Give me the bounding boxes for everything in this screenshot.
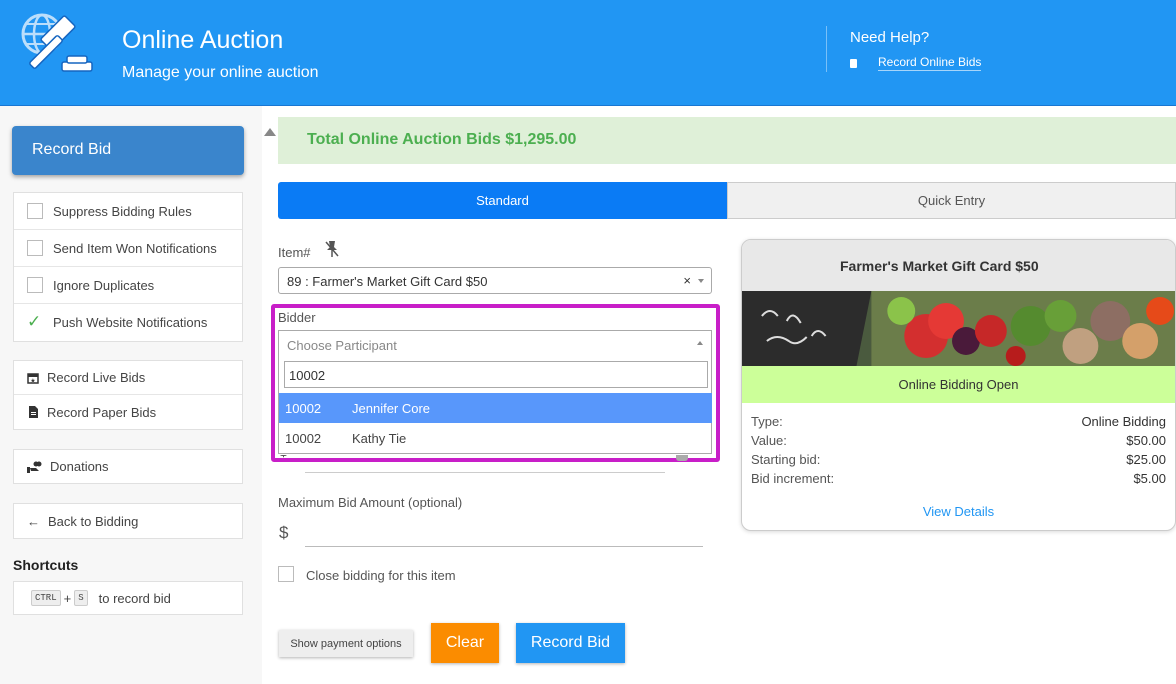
donations-link[interactable]: Donations (14, 450, 242, 483)
detail-row: Value: $50.00 (751, 433, 1166, 448)
bidder-select[interactable]: Choose Participant (278, 330, 712, 357)
item-card: Farmer's Market Gift Card $50 Online Bid… (741, 239, 1176, 531)
option-send-item-won[interactable]: Send Item Won Notifications (14, 230, 242, 267)
document-icon (29, 406, 38, 418)
record-paper-bids-label: Record Paper Bids (47, 404, 157, 420)
close-bidding-checkbox[interactable] (278, 566, 294, 582)
show-payment-options-button[interactable]: Show payment options (279, 630, 413, 657)
clear-button[interactable]: Clear (431, 623, 499, 663)
option-push-website-notifications[interactable]: ✓ Push Website Notifications (14, 304, 242, 341)
detail-value: $25.00 (1126, 452, 1166, 467)
help-link[interactable]: Record Online Bids (850, 55, 982, 71)
participant-search-input[interactable]: 10002 (284, 361, 708, 388)
option-label: Send Item Won Notifications (53, 240, 217, 256)
shortcut-record-bid: CTRL + S to record bid (13, 581, 243, 615)
close-bidding-label: Close bidding for this item (306, 568, 456, 583)
participant-name: Jennifer Core (352, 400, 431, 416)
item-photo (742, 291, 1175, 366)
record-bid-button[interactable]: Record Bid (516, 623, 625, 663)
auction-gavel-globe-icon (21, 13, 93, 72)
unpin-icon[interactable] (324, 240, 340, 258)
participant-name: Kathy Tie (352, 430, 407, 446)
app-subtitle: Manage your online auction (122, 64, 319, 81)
detail-row: Type: Online Bidding (751, 414, 1166, 429)
detail-label: Value: (751, 433, 787, 448)
back-to-bidding-link[interactable]: ← Back to Bidding (14, 504, 242, 538)
svg-text:★: ★ (30, 377, 35, 384)
item-label: Item# (278, 245, 311, 260)
shortcuts-title: Shortcuts (13, 557, 79, 573)
item-select[interactable]: 89 : Farmer's Market Gift Card $50 × (278, 267, 712, 294)
hand-heart-icon (27, 461, 42, 473)
arrow-left-icon: ← (27, 513, 40, 529)
clear-selection-icon[interactable]: × (683, 273, 691, 288)
ctrl-key: CTRL (31, 590, 61, 606)
detail-row: Bid increment: $5.00 (751, 471, 1166, 486)
option-label: Push Website Notifications (53, 315, 208, 330)
back-to-bidding-label: Back to Bidding (48, 513, 139, 529)
participant-option[interactable]: 10002 Jennifer Core (279, 393, 712, 423)
option-label: Suppress Bidding Rules (53, 203, 192, 219)
header-divider (826, 26, 827, 72)
book-icon (850, 58, 857, 68)
record-live-bids-link[interactable]: ★ Record Live Bids (14, 361, 242, 395)
checkmark-icon[interactable]: ✓ (27, 313, 43, 331)
max-bid-currency: $ (279, 523, 289, 542)
bidding-status: Online Bidding Open (742, 366, 1175, 403)
option-ignore-duplicates[interactable]: Ignore Duplicates (14, 267, 242, 304)
bid-options-panel: Suppress Bidding Rules Send Item Won Not… (13, 192, 243, 342)
chevron-down-icon (698, 279, 704, 283)
calendar-icon: ★ (27, 372, 39, 384)
app-header: Online Auction Manage your online auctio… (0, 0, 1176, 106)
max-bid-input[interactable] (305, 520, 703, 547)
max-bid-label: Maximum Bid Amount (optional) (278, 495, 463, 510)
card-header: Farmer's Market Gift Card $50 (742, 240, 1175, 291)
help-title: Need Help? (850, 29, 930, 46)
bidder-label: Bidder (278, 310, 316, 325)
shortcut-description: to record bid (98, 590, 171, 606)
app-title: Online Auction (122, 26, 284, 54)
option-label: Ignore Duplicates (53, 277, 155, 293)
bidder-dropdown: 10002 10002 Jennifer Core 10002 Kathy Ti… (278, 356, 712, 454)
participant-number: 10002 (285, 430, 322, 446)
detail-value: Online Bidding (1081, 414, 1166, 429)
participant-number: 10002 (285, 400, 322, 416)
tab-standard[interactable]: Standard (278, 182, 727, 219)
item-select-value: 89 : Farmer's Market Gift Card $50 (287, 274, 488, 289)
detail-row: Starting bid: $25.00 (751, 452, 1166, 467)
card-title: Farmer's Market Gift Card $50 (840, 258, 1039, 274)
checkbox[interactable] (27, 203, 43, 219)
record-bid-nav-button[interactable]: Record Bid (12, 126, 244, 175)
chevron-up-icon (697, 341, 703, 345)
record-methods-panel: ★ Record Live Bids Record Paper Bids (13, 360, 243, 430)
s-key: S (74, 590, 88, 606)
detail-label: Bid increment: (751, 471, 835, 486)
bid-amount-currency: $ (279, 455, 287, 465)
gavel-icon (676, 455, 688, 461)
record-paper-bids-link[interactable]: Record Paper Bids (14, 395, 242, 429)
plus-sign: + (63, 590, 72, 606)
donations-panel: Donations (13, 449, 243, 484)
bid-amount-input[interactable] (305, 472, 665, 473)
option-suppress-bidding-rules[interactable]: Suppress Bidding Rules (14, 193, 242, 230)
detail-value: $5.00 (1133, 471, 1166, 486)
donations-label: Donations (50, 459, 109, 474)
detail-label: Starting bid: (751, 452, 821, 467)
back-panel: ← Back to Bidding (13, 503, 243, 539)
detail-label: Type: (751, 414, 783, 429)
record-live-bids-label: Record Live Bids (47, 370, 146, 385)
view-details-link[interactable]: View Details (742, 504, 1175, 519)
detail-value: $50.00 (1126, 433, 1166, 448)
checkbox[interactable] (27, 240, 43, 256)
scroll-up-arrow-icon[interactable] (264, 128, 276, 136)
help-link-label: Record Online Bids (878, 55, 982, 71)
total-bids-banner: Total Online Auction Bids $1,295.00 (278, 117, 1176, 164)
participant-option[interactable]: 10002 Kathy Tie (279, 423, 712, 453)
tab-quick-entry[interactable]: Quick Entry (727, 182, 1176, 219)
checkbox[interactable] (27, 277, 43, 293)
bidder-placeholder: Choose Participant (287, 338, 397, 353)
